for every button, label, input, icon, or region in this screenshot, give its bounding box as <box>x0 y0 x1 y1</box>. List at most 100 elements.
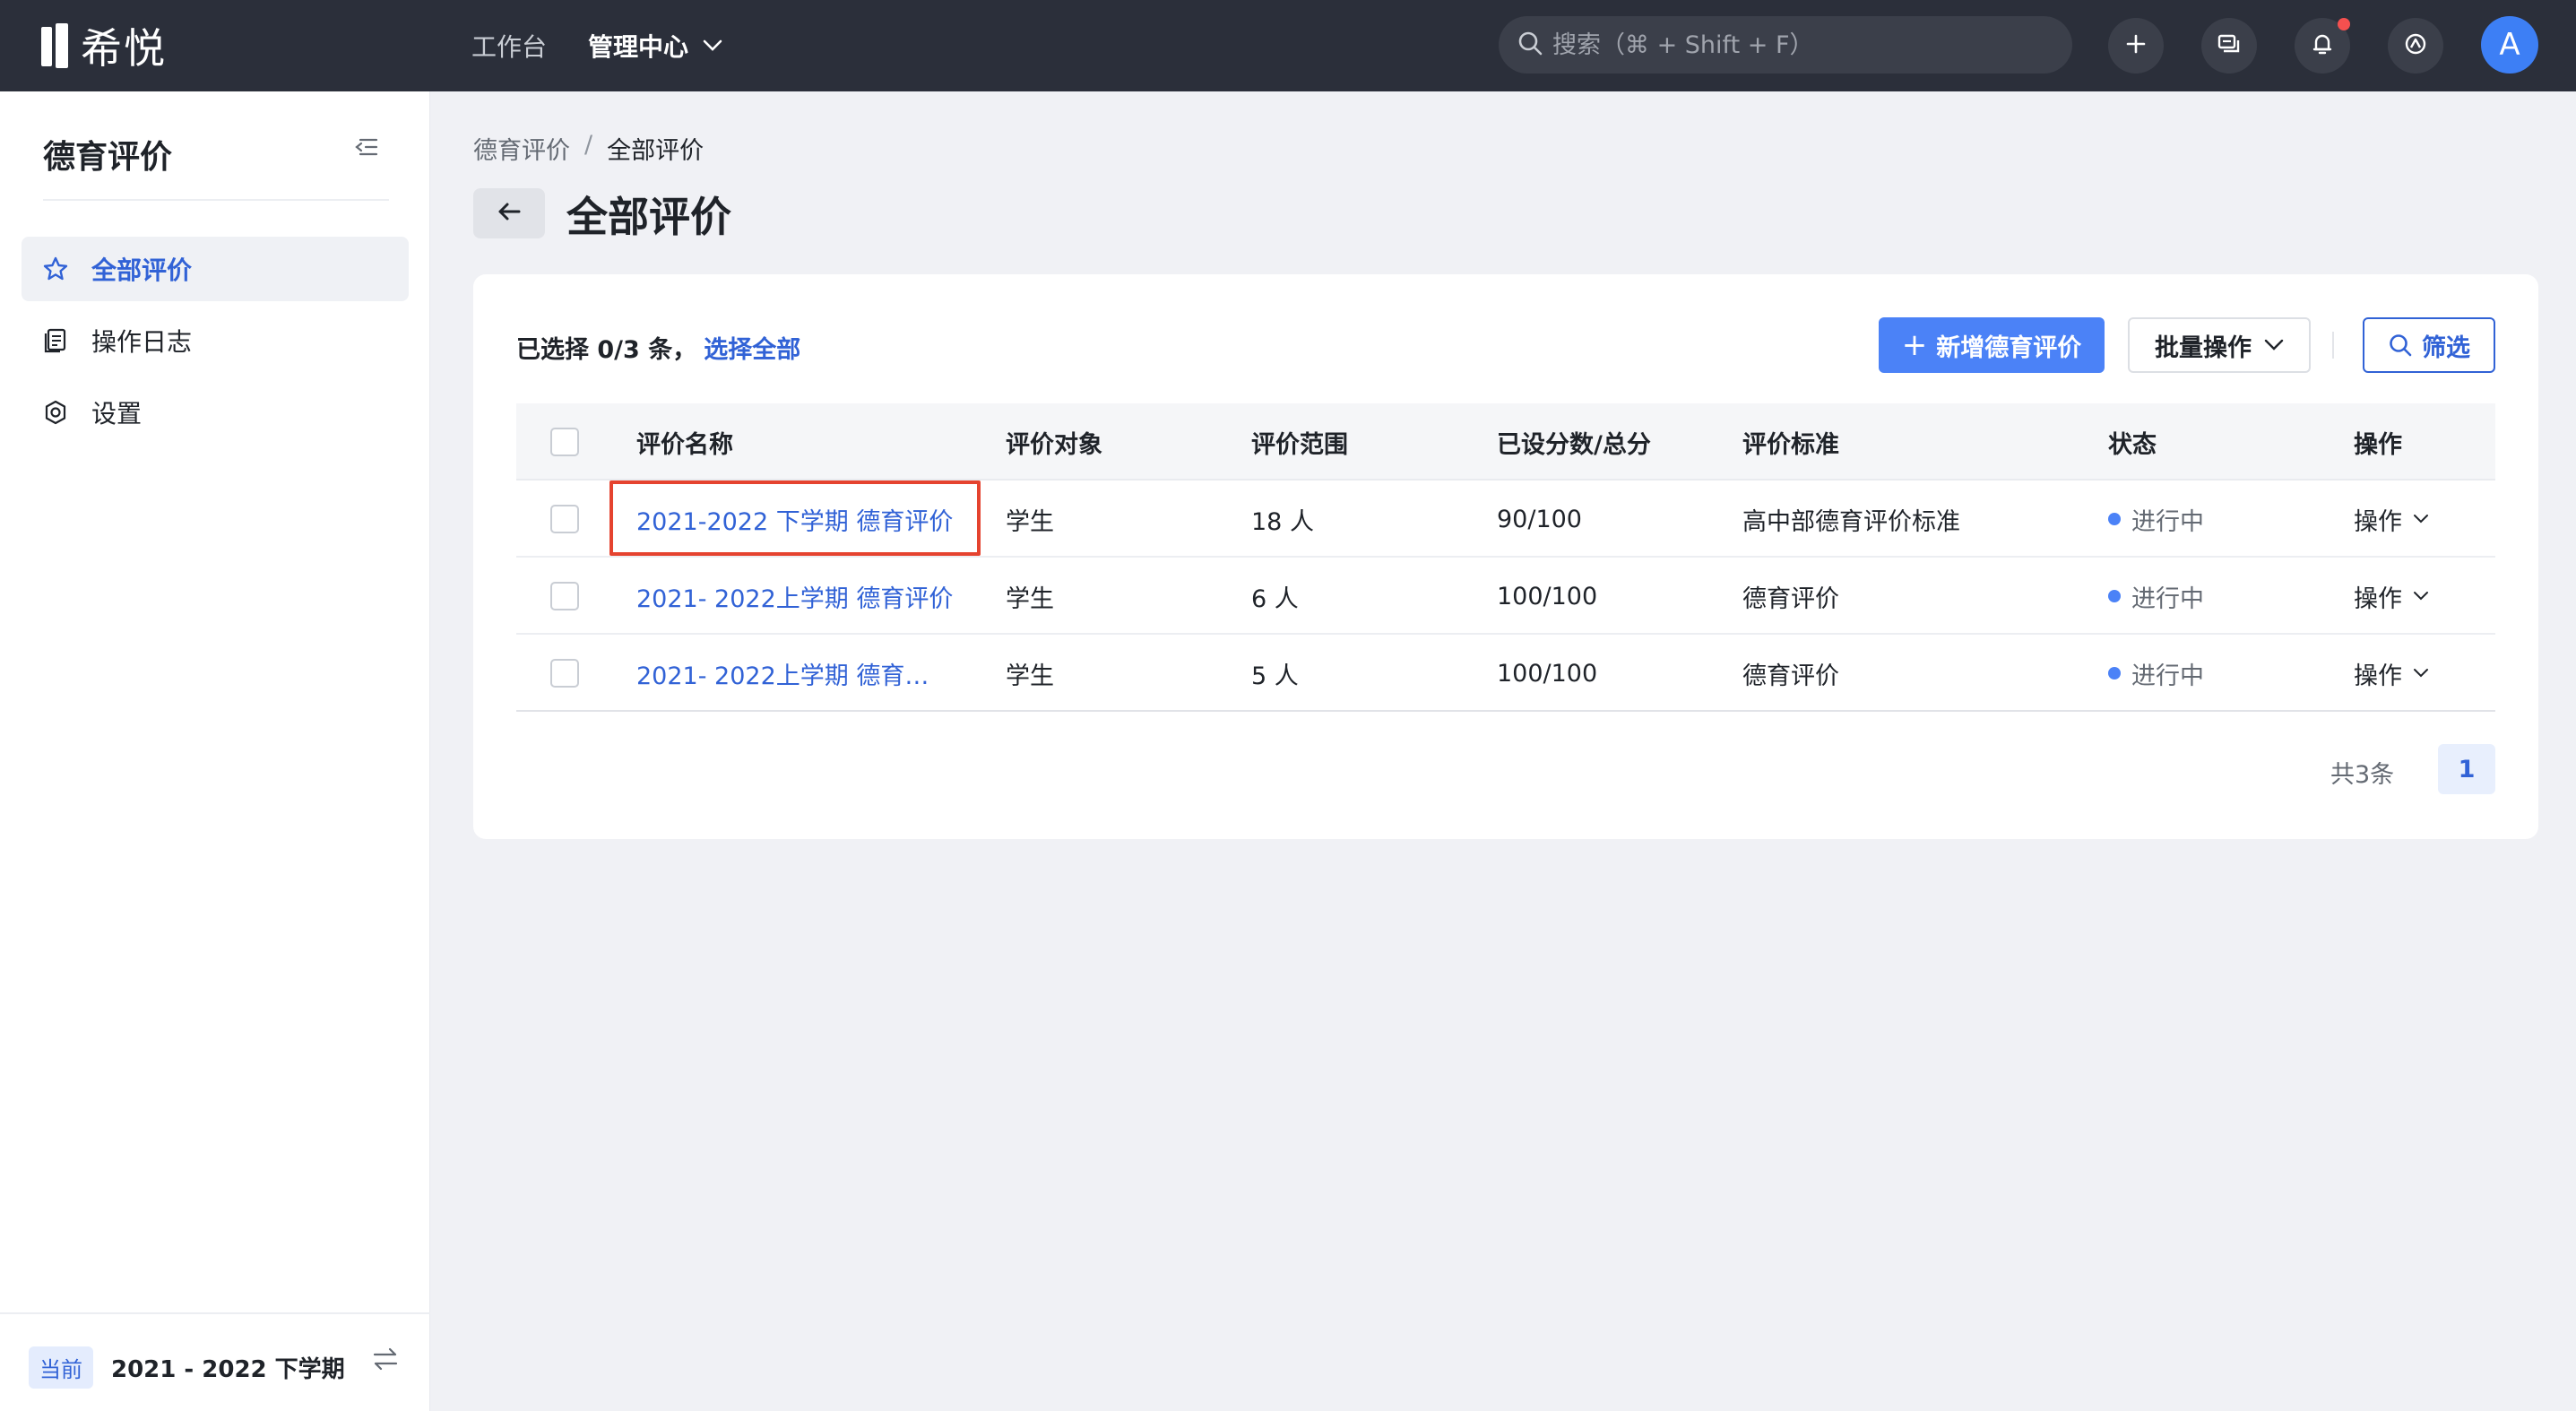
evaluation-name-link[interactable]: 2021- 2022上学期 德育评价 <box>636 656 947 691</box>
selection-count: 已选择 0/3 条， <box>516 336 697 364</box>
row-action-dropdown[interactable]: 操作 <box>2354 558 2429 635</box>
evaluation-name-link[interactable]: 2021- 2022上学期 德育评价 <box>636 579 953 614</box>
search-icon <box>2388 333 2413 358</box>
table-row: 2021- 2022上学期 德育评价 学生 6 人 100/100 德育评价 进… <box>516 558 2495 635</box>
back-button[interactable] <box>473 188 545 238</box>
sidebar-item-label: 设置 <box>91 399 143 428</box>
notification-dot <box>2338 18 2350 30</box>
chevron-down-icon <box>2413 514 2429 524</box>
collapse-icon <box>353 138 378 161</box>
sidebar-item-all-evaluations[interactable]: 全部评价 <box>22 237 409 301</box>
row-action-label: 操作 <box>2354 584 2402 613</box>
add-evaluation-button[interactable]: + 新增德育评价 <box>1879 317 2105 373</box>
row-checkbox[interactable] <box>550 659 579 688</box>
search-input[interactable] <box>1552 30 2054 59</box>
add-button[interactable] <box>2108 18 2164 74</box>
sidebar: 德育评价 全部评价 操作日志 设置 当前 2021 - 2022 下学期 <box>0 91 430 1411</box>
header-object: 评价对象 <box>1006 430 1102 459</box>
header-status: 状态 <box>2108 430 2157 459</box>
help-button[interactable] <box>2388 18 2443 74</box>
sidebar-divider <box>43 199 389 201</box>
switch-term-button[interactable] <box>371 1346 400 1375</box>
filter-button[interactable]: 筛选 <box>2363 317 2495 373</box>
collapse-sidebar-button[interactable] <box>353 136 378 161</box>
select-all-checkbox[interactable] <box>550 428 579 456</box>
gear-icon <box>41 398 70 427</box>
select-all-link[interactable]: 选择全部 <box>704 336 800 364</box>
document-icon <box>41 326 70 355</box>
cell-object: 学生 <box>1006 584 1054 613</box>
evaluations-table: 评价名称 评价对象 评价范围 已设分数/总分 评价标准 状态 操作 2021-2… <box>516 403 2495 712</box>
messages-button[interactable] <box>2201 18 2257 74</box>
sidebar-item-label: 全部评价 <box>91 255 193 285</box>
nav-item-admin-center[interactable]: 管理中心 <box>588 28 722 64</box>
status-text: 进行中 <box>2131 662 2204 690</box>
status-badge: 进行中 <box>2108 558 2204 635</box>
cell-standard: 高中部德育评价标准 <box>1742 507 1960 536</box>
nav-item-label: 工作台 <box>471 32 548 62</box>
logo-icon <box>41 23 72 68</box>
row-checkbox[interactable] <box>550 505 579 533</box>
top-nav: 工作台 管理中心 <box>471 0 764 91</box>
chevron-down-icon <box>703 39 722 52</box>
row-checkbox[interactable] <box>550 582 579 610</box>
table-header: 评价名称 评价对象 评价范围 已设分数/总分 评价标准 状态 操作 <box>516 403 2495 480</box>
row-action-label: 操作 <box>2354 507 2402 536</box>
avatar[interactable]: A <box>2481 16 2538 74</box>
nav-item-label: 管理中心 <box>588 32 689 62</box>
current-badge: 当前 <box>29 1346 93 1389</box>
status-text: 进行中 <box>2131 584 2204 613</box>
page-title: 全部评价 <box>566 193 731 241</box>
breadcrumb-parent[interactable]: 德育评价 <box>473 131 570 166</box>
cell-range: 6 人 <box>1251 584 1299 613</box>
nav-item-workbench[interactable]: 工作台 <box>471 28 547 64</box>
header-name: 评价名称 <box>636 430 733 459</box>
plus-icon: + <box>1901 327 1928 363</box>
current-term: 当前 2021 - 2022 下学期 <box>29 1346 345 1389</box>
evaluations-card: 已选择 0/3 条， 选择全部 + 新增德育评价 批量操作 筛选 评价名称 评价对… <box>473 274 2538 839</box>
header-action: 操作 <box>2354 430 2402 459</box>
cell-score: 100/100 <box>1497 659 1598 688</box>
sidebar-footer-divider <box>0 1312 430 1314</box>
table-row: 2021-2022 下学期 德育评价 学生 18 人 90/100 高中部德育评… <box>516 480 2495 558</box>
search-icon <box>1517 30 1543 60</box>
row-action-label: 操作 <box>2354 662 2402 690</box>
cell-score: 90/100 <box>1497 505 1582 533</box>
status-dot <box>2108 513 2121 525</box>
filter-label: 筛选 <box>2422 333 2470 362</box>
header-score: 已设分数/总分 <box>1497 430 1651 459</box>
breadcrumb-current: 全部评价 <box>607 137 705 165</box>
term-text: 2021 - 2022 下学期 <box>111 1356 345 1383</box>
add-evaluation-label: 新增德育评价 <box>1936 333 2082 362</box>
top-bar: 希悦 工作台 管理中心 搜索（⌘ + Shift + F） A <box>0 0 2576 91</box>
cell-score: 100/100 <box>1497 582 1598 610</box>
row-action-dropdown[interactable]: 操作 <box>2354 480 2429 558</box>
selection-info: 已选择 0/3 条， 选择全部 <box>516 330 800 365</box>
logo-text: 希悦 <box>81 24 167 73</box>
table-row: 2021- 2022上学期 德育评价 学生 5 人 100/100 德育评价 进… <box>516 635 2495 712</box>
sidebar-item-settings[interactable]: 设置 <box>22 380 409 445</box>
plus-icon <box>2124 32 2148 59</box>
sidebar-item-operation-log[interactable]: 操作日志 <box>22 308 409 373</box>
bell-icon <box>2310 31 2335 60</box>
global-search[interactable] <box>1499 16 2072 74</box>
page-button-1[interactable]: 1 <box>2438 744 2495 794</box>
evaluation-name-link[interactable]: 2021-2022 下学期 德育评价 <box>636 502 953 537</box>
status-dot <box>2108 590 2121 602</box>
sidebar-item-label: 操作日志 <box>91 327 193 357</box>
app-logo[interactable]: 希悦 <box>41 22 167 73</box>
header-range: 评价范围 <box>1251 430 1348 459</box>
status-badge: 进行中 <box>2108 480 2204 558</box>
cell-standard: 德育评价 <box>1742 662 1839 690</box>
cell-range: 18 人 <box>1251 507 1314 536</box>
status-dot <box>2108 667 2121 680</box>
cell-object: 学生 <box>1006 662 1054 690</box>
row-action-dropdown[interactable]: 操作 <box>2354 635 2429 712</box>
cell-object: 学生 <box>1006 507 1054 536</box>
chevron-down-icon <box>2264 339 2284 351</box>
compass-icon <box>2403 31 2428 60</box>
status-text: 进行中 <box>2131 507 2204 536</box>
batch-operation-label: 批量操作 <box>2155 333 2252 362</box>
sidebar-title: 德育评价 <box>43 139 173 176</box>
batch-operation-button[interactable]: 批量操作 <box>2128 317 2311 373</box>
